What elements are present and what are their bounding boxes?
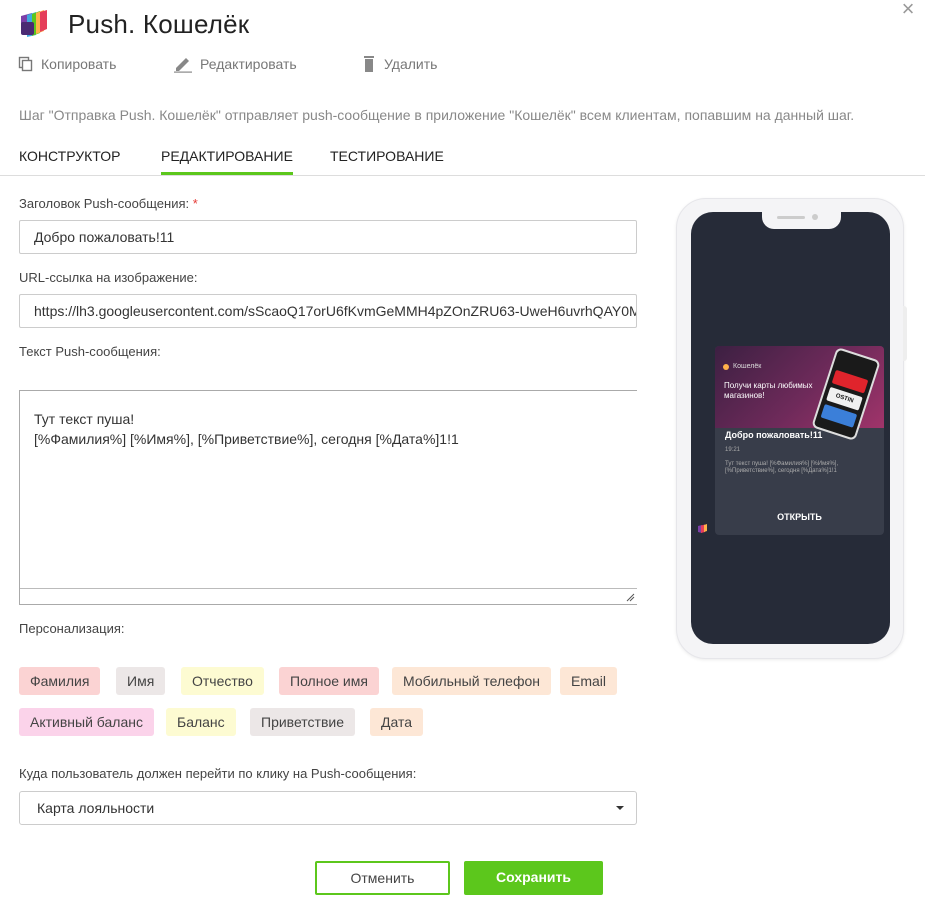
phone-camera <box>812 214 818 220</box>
page-header: Push. Кошелёк <box>18 6 249 42</box>
step-description: Шаг "Отправка Push. Кошелёк" отправляет … <box>19 107 855 123</box>
required-mark: * <box>192 196 198 211</box>
redirect-select[interactable]: Карта лояльности <box>19 791 637 825</box>
push-title-label-text: Заголовок Push-сообщения: <box>19 196 190 211</box>
resize-handle-icon[interactable] <box>625 592 635 602</box>
redirect-selected-value: Карта лояльности <box>37 800 155 816</box>
chip-balance[interactable]: Баланс <box>166 708 236 736</box>
push-title-label: Заголовок Push-сообщения: * <box>19 196 198 211</box>
dropdown-arrow-icon <box>616 806 624 810</box>
copy-label: Копировать <box>41 56 117 72</box>
chip-first-name[interactable]: Имя <box>116 667 166 695</box>
redirect-label: Куда пользователь должен перейти по клик… <box>19 766 417 781</box>
cancel-button[interactable]: Отменить <box>315 861 450 895</box>
push-title-input[interactable]: Добро пожаловать!11 <box>19 220 637 254</box>
copy-button[interactable]: Копировать <box>18 56 173 72</box>
pencil-icon <box>174 58 192 73</box>
trash-icon <box>364 56 374 72</box>
push-notification-preview: Кошелёк Получи карты любимых магазинов! … <box>715 346 884 535</box>
page-title: Push. Кошелёк <box>68 8 250 39</box>
phone-side-button <box>903 306 907 361</box>
chip-patronymic[interactable]: Отчество <box>181 667 264 695</box>
personalization-label: Персонализация: <box>19 621 125 636</box>
notification-app: Кошелёк <box>723 363 761 370</box>
phone-speaker <box>777 216 805 219</box>
delete-button[interactable]: Удалить <box>361 55 437 73</box>
push-text-content: Тут текст пуша! [%Фамилия%] [%Имя%], [%П… <box>34 409 459 449</box>
wallet-logo-icon <box>21 10 47 37</box>
chip-active-balance[interactable]: Активный баланс <box>19 708 154 736</box>
notification-title: Добро пожаловать!11 <box>725 430 823 440</box>
chip-date[interactable]: Дата <box>370 708 424 736</box>
delete-label: Удалить <box>384 56 438 72</box>
tab-testing[interactable]: ТЕСТИРОВАНИЕ <box>330 148 444 175</box>
textarea-divider <box>20 588 637 589</box>
save-button[interactable]: Сохранить <box>464 861 603 895</box>
image-url-input[interactable]: https://lh3.googleusercontent.com/sScaoQ… <box>19 294 637 328</box>
promo-phone-illustration: OSTIN <box>811 346 881 442</box>
action-bar: Копировать Редактировать Удалить <box>18 54 437 74</box>
copy-icon <box>18 56 33 72</box>
notification-text: Тут текст пуша! [%Фамилия%] [%Имя%], [%П… <box>725 461 839 474</box>
notification-image: Кошелёк Получи карты любимых магазинов! … <box>715 346 884 442</box>
chip-last-name[interactable]: Фамилия <box>19 667 101 695</box>
notification-open-button: ОТКРЫТЬ <box>777 512 822 522</box>
chip-full-name[interactable]: Полное имя <box>279 667 379 695</box>
push-text-line: Тут текст пуша! <box>34 411 135 427</box>
chip-greeting[interactable]: Приветствие <box>250 708 355 736</box>
tab-editing[interactable]: РЕДАКТИРОВАНИЕ <box>161 148 293 175</box>
notification-promo-text: Получи карты любимых магазинов! <box>724 381 813 400</box>
phone-notch <box>762 212 841 229</box>
notification-app-name: Кошелёк <box>733 363 762 370</box>
close-icon[interactable]: × <box>899 0 917 20</box>
tab-constructor[interactable]: КОНСТРУКТОР <box>19 148 120 175</box>
image-url-label: URL-ссылка на изображение: <box>19 270 198 285</box>
notification-time: 19:21 <box>725 447 741 453</box>
push-text-label: Текст Push-сообщения: <box>19 344 161 359</box>
push-text-area[interactable]: Тут текст пуша! [%Фамилия%] [%Имя%], [%П… <box>19 390 637 605</box>
chip-email[interactable]: Email <box>560 667 618 695</box>
chip-mobile-phone[interactable]: Мобильный телефон <box>392 667 551 695</box>
tab-bar: КОНСТРУКТОР РЕДАКТИРОВАНИЕ ТЕСТИРОВАНИЕ <box>0 140 925 176</box>
wallet-app-icon <box>698 524 707 533</box>
edit-label: Редактировать <box>200 56 297 72</box>
app-icon <box>723 363 729 370</box>
push-text-line: [%Фамилия%] [%Имя%], [%Приветствие%], се… <box>34 431 459 447</box>
edit-button[interactable]: Редактировать <box>173 55 361 73</box>
